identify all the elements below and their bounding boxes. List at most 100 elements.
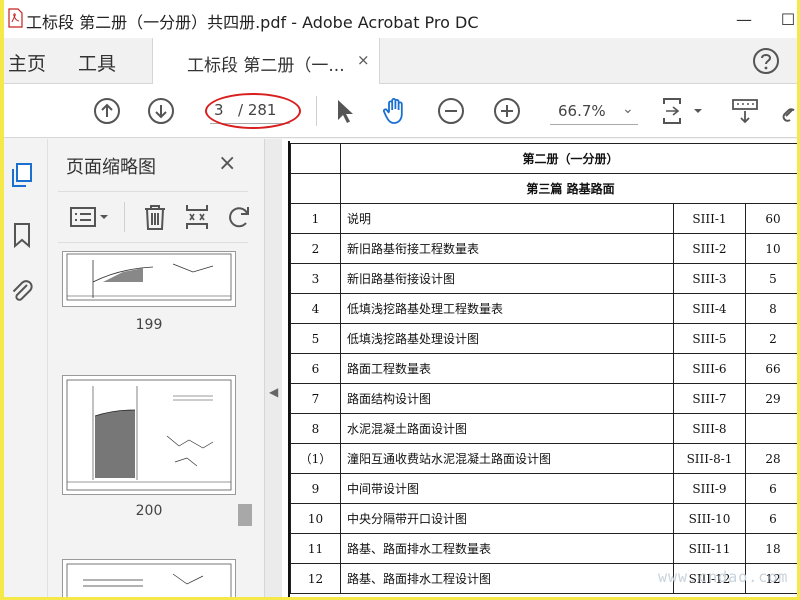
toc-item-code: SIII-2 [673,233,746,264]
toc-row: 6 路面工程数量表 SIII-6 66 [290,353,797,384]
page-thumbnail[interactable] [62,375,236,495]
tab-tools[interactable]: 工具 [78,49,116,76]
insert-page-icon[interactable] [182,202,212,232]
toc-item-number: 12 [290,563,341,594]
toolbar: 3 / 281 66.7% ⌄ [4,84,797,138]
toc-item-title: 说明 [340,203,674,234]
toc-item-pages: 8 [745,293,797,324]
toc-row: 11 路基、路面排水工程数量表 SIII-11 18 [290,533,797,564]
thumbnails-panel-title: 页面缩略图 [66,157,156,178]
toc-part-heading: 第三篇 路基路面 [340,173,797,204]
page-thumbnail[interactable] [62,559,236,597]
toc-volume-heading-row: 第二册（一分册） [290,143,797,174]
thumbnail-page-number: 199 [135,317,163,333]
link-icon[interactable] [780,96,797,126]
tab-document[interactable]: 工标段 第二册（一... × [152,38,380,84]
tab-bar: 主页 工具 工标段 第二册（一... × [4,38,797,84]
toc-item-number: 8 [290,413,341,444]
toc-item-number: 3 [290,263,341,294]
toc-item-title: 路基、路面排水工程设计图 [340,563,674,594]
page-thumbnails-icon[interactable] [8,161,36,189]
acrobat-pdf-icon [8,8,23,28]
toc-table: 第二册（一分册） 第三篇 路基路面 1 说明 SIII-1 60 2 新旧路基衔接工程数量… [290,143,797,594]
document-view[interactable]: 第二册（一分册） 第三篇 路基路面 1 说明 SIII-1 60 2 新旧路基衔接工程数量… [282,139,797,597]
delete-page-icon[interactable] [140,202,170,232]
hand-tool-icon[interactable] [380,96,410,126]
thumbnails-toolbar [58,191,249,243]
toc-row: （1） 潼阳互通收费站水泥混凝土路面设计图 SIII-8-1 28 [290,443,797,474]
collapse-panel-arrow-icon[interactable]: ◀ [269,385,278,399]
toc-row: 1 说明 SIII-1 60 [290,203,797,234]
toc-volume-heading: 第二册（一分册） [340,143,797,174]
toc-item-code: SIII-10 [673,503,746,534]
previous-page-icon[interactable] [92,96,122,126]
help-icon[interactable] [752,47,780,75]
toc-row: 3 新旧路基衔接设计图 SIII-3 5 [290,263,797,294]
toc-item-number: 11 [290,533,341,564]
toc-item-title: 潼阳互通收费站水泥混凝土路面设计图 [340,443,674,474]
next-page-icon[interactable] [146,96,176,126]
acrobat-window: 工标段 第二册（一分册）共四册.pdf - Adobe Acrobat Pro … [4,0,797,597]
thumbnails-panel: 页面缩略图 × 199 200 [48,139,264,597]
pdf-page: 第二册（一分册） 第三篇 路基路面 1 说明 SIII-1 60 2 新旧路基衔接工程数量… [288,141,797,597]
zoom-in-icon[interactable] [492,96,522,126]
toc-item-pages: 2 [745,323,797,354]
toolbar-divider [316,96,317,126]
toc-row: 5 低填浅挖路基处理设计图 SIII-5 2 [290,323,797,354]
keyboard-scroll-icon[interactable] [730,96,760,126]
toc-item-pages: 66 [745,353,797,384]
page-fit-icon[interactable] [660,96,708,126]
rotate-page-icon[interactable] [224,202,254,232]
toc-item-title: 中间带设计图 [340,473,674,504]
toc-row: 7 路面结构设计图 SIII-7 29 [290,383,797,414]
close-tab-icon[interactable]: × [357,51,370,69]
toc-item-title: 新旧路基衔接工程数量表 [340,233,674,264]
minimize-button[interactable]: — [724,4,764,34]
toc-item-pages: 29 [745,383,797,414]
page-thumbnail[interactable] [62,251,236,307]
select-arrow-icon[interactable] [330,96,360,126]
toc-item-code: SIII-6 [673,353,746,384]
watermark: www.cndao.com [658,568,789,586]
toc-item-pages: 28 [745,443,797,474]
document-tab-label: 工标段 第二册（一... [187,56,345,76]
thumbnail-toolbar-divider [124,202,125,232]
toc-item-number: 2 [290,233,341,264]
toc-item-pages: 5 [745,263,797,294]
toc-row: 2 新旧路基衔接工程数量表 SIII-2 10 [290,233,797,264]
toc-item-pages: 6 [745,503,797,534]
toc-item-number: 4 [290,293,341,324]
toc-item-number: （1） [290,443,341,474]
thumbnails-scrollbar[interactable] [238,504,252,526]
toc-item-title: 中央分隔带开口设计图 [340,503,674,534]
toc-item-pages: 18 [745,533,797,564]
title-bar: 工标段 第二册（一分册）共四册.pdf - Adobe Acrobat Pro … [4,0,797,38]
thumbnail-page-number: 200 [135,503,163,519]
zoom-value: 66.7% [558,102,606,120]
toc-part-heading-row: 第三篇 路基路面 [290,173,797,204]
toc-item-number: 10 [290,503,341,534]
toc-item-code: SIII-9 [673,473,746,504]
panel-splitter[interactable]: ◀ [264,139,282,597]
tab-home[interactable]: 主页 [8,49,46,76]
zoom-select[interactable]: 66.7% ⌄ [550,101,638,125]
toc-item-code: SIII-8 [673,413,746,444]
window-title: 工标段 第二册（一分册）共四册.pdf - Adobe Acrobat Pro … [26,13,479,32]
toc-item-code: SIII-11 [673,533,746,564]
toc-item-title: 低填浅挖路基处理设计图 [340,323,674,354]
toc-row: 10 中央分隔带开口设计图 SIII-10 6 [290,503,797,534]
toc-item-title: 路面工程数量表 [340,353,674,384]
toc-item-code: SIII-4 [673,293,746,324]
maximize-button[interactable]: ☐ [768,4,797,34]
thumbnail-preview [66,563,232,597]
close-panel-icon[interactable]: × [218,151,236,176]
zoom-out-icon[interactable] [436,96,466,126]
toc-item-code: SIII-5 [673,323,746,354]
toc-item-code: SIII-3 [673,263,746,294]
attachment-icon[interactable] [8,277,36,305]
bookmark-icon[interactable] [8,221,36,249]
thumbnail-options-icon[interactable] [68,202,112,232]
toc-item-pages: 6 [745,473,797,504]
toc-item-pages: 60 [745,203,797,234]
toc-item-title: 新旧路基衔接设计图 [340,263,674,294]
